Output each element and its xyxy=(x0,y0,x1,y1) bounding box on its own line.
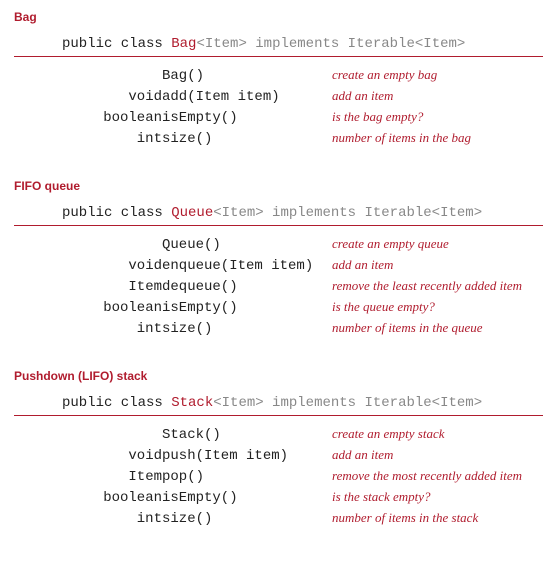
keyword: public class xyxy=(62,36,171,52)
method-description: add an item xyxy=(332,86,471,107)
class-name: Queue xyxy=(171,205,213,221)
method-description: create an empty stack xyxy=(332,424,522,445)
method-description: is the stack empty? xyxy=(332,487,522,508)
keyword: public class xyxy=(62,395,171,411)
api-section-bag: Bag public class Bag<Item> implements It… xyxy=(14,10,543,149)
method-description: is the queue empty? xyxy=(332,297,522,318)
method-signature: push(Item item) xyxy=(162,445,332,466)
table-row: Item pop() remove the most recently adde… xyxy=(62,466,522,487)
api-table: Queue() create an empty queue void enque… xyxy=(62,234,522,339)
table-row: void push(Item item) add an item xyxy=(62,445,522,466)
method-signature: pop() xyxy=(162,466,332,487)
table-row: Item dequeue() remove the least recently… xyxy=(62,276,522,297)
keyword: public class xyxy=(62,205,171,221)
method-signature: isEmpty() xyxy=(162,487,332,508)
class-name: Bag xyxy=(171,36,196,52)
implements-clause: implements Iterable<Item> xyxy=(247,36,465,52)
implements-clause: implements Iterable<Item> xyxy=(264,205,482,221)
section-title: Pushdown (LIFO) stack xyxy=(14,369,543,383)
method-description: create an empty queue xyxy=(332,234,522,255)
class-declaration: public class Bag<Item> implements Iterab… xyxy=(14,34,543,57)
return-type xyxy=(62,424,162,445)
return-type: void xyxy=(62,445,162,466)
generic-type: <Item> xyxy=(213,395,263,411)
table-row: int size() number of items in the stack xyxy=(62,508,522,529)
method-description: number of items in the stack xyxy=(332,508,522,529)
return-type: Item xyxy=(62,466,162,487)
return-type xyxy=(62,65,162,86)
class-declaration: public class Queue<Item> implements Iter… xyxy=(14,203,543,226)
table-row: void add(Item item) add an item xyxy=(62,86,471,107)
method-description: add an item xyxy=(332,445,522,466)
method-description: is the bag empty? xyxy=(332,107,471,128)
implements-clause: implements Iterable<Item> xyxy=(264,395,482,411)
table-row: boolean isEmpty() is the queue empty? xyxy=(62,297,522,318)
generic-type: <Item> xyxy=(213,205,263,221)
class-name: Stack xyxy=(171,395,213,411)
method-signature: enqueue(Item item) xyxy=(162,255,332,276)
method-signature: isEmpty() xyxy=(162,297,332,318)
table-row: Stack() create an empty stack xyxy=(62,424,522,445)
method-signature: dequeue() xyxy=(162,276,332,297)
method-signature: Queue() xyxy=(162,234,332,255)
table-row: Queue() create an empty queue xyxy=(62,234,522,255)
return-type: int xyxy=(62,318,162,339)
table-row: int size() number of items in the bag xyxy=(62,128,471,149)
method-signature: size() xyxy=(162,128,332,149)
method-description: remove the most recently added item xyxy=(332,466,522,487)
table-row: boolean isEmpty() is the stack empty? xyxy=(62,487,522,508)
method-signature: Bag() xyxy=(162,65,332,86)
return-type: boolean xyxy=(62,107,162,128)
section-title: Bag xyxy=(14,10,543,24)
generic-type: <Item> xyxy=(196,36,246,52)
method-description: remove the least recently added item xyxy=(332,276,522,297)
return-type: boolean xyxy=(62,297,162,318)
method-description: create an empty bag xyxy=(332,65,471,86)
table-row: boolean isEmpty() is the bag empty? xyxy=(62,107,471,128)
method-description: number of items in the bag xyxy=(332,128,471,149)
table-row: void enqueue(Item item) add an item xyxy=(62,255,522,276)
table-row: Bag() create an empty bag xyxy=(62,65,471,86)
return-type: int xyxy=(62,508,162,529)
return-type: int xyxy=(62,128,162,149)
method-description: number of items in the queue xyxy=(332,318,522,339)
class-declaration: public class Stack<Item> implements Iter… xyxy=(14,393,543,416)
method-signature: size() xyxy=(162,318,332,339)
return-type: Item xyxy=(62,276,162,297)
section-title: FIFO queue xyxy=(14,179,543,193)
table-row: int size() number of items in the queue xyxy=(62,318,522,339)
api-section-queue: FIFO queue public class Queue<Item> impl… xyxy=(14,179,543,339)
method-signature: Stack() xyxy=(162,424,332,445)
method-signature: add(Item item) xyxy=(162,86,332,107)
api-table: Stack() create an empty stack void push(… xyxy=(62,424,522,529)
method-description: add an item xyxy=(332,255,522,276)
method-signature: isEmpty() xyxy=(162,107,332,128)
return-type: boolean xyxy=(62,487,162,508)
return-type xyxy=(62,234,162,255)
return-type: void xyxy=(62,255,162,276)
return-type: void xyxy=(62,86,162,107)
api-section-stack: Pushdown (LIFO) stack public class Stack… xyxy=(14,369,543,529)
api-table: Bag() create an empty bag void add(Item … xyxy=(62,65,471,149)
method-signature: size() xyxy=(162,508,332,529)
